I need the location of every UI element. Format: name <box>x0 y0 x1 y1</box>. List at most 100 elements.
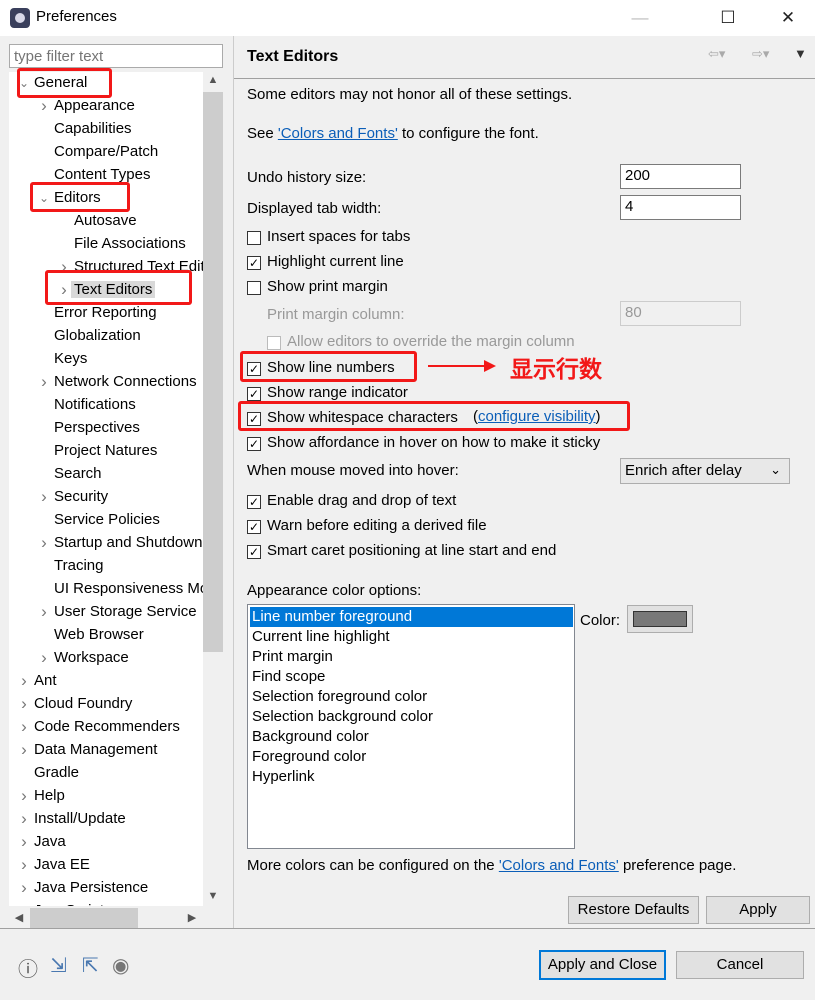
chevron-right-icon[interactable]: › <box>18 900 30 906</box>
scroll-right-icon[interactable]: ▶ <box>182 911 202 924</box>
checkbox[interactable]: ✓ <box>247 520 261 534</box>
tree-item[interactable]: Search <box>54 463 102 485</box>
tree-item[interactable]: › Help <box>21 785 65 807</box>
tree-item[interactable]: › Network Connections <box>41 371 196 393</box>
tree-item[interactable]: › Security <box>41 486 108 508</box>
color-option-item[interactable]: Print margin <box>250 647 573 667</box>
chevron-right-icon[interactable]: › <box>18 831 30 853</box>
tree-item[interactable]: Web Browser <box>54 624 144 646</box>
tree-item[interactable]: Project Natures <box>54 440 157 462</box>
undo-history-input[interactable]: 200 <box>620 164 741 189</box>
tree-item[interactable]: › Workspace <box>41 647 129 669</box>
tree-item[interactable]: › Install/Update <box>21 808 126 830</box>
color-picker-button[interactable] <box>627 605 693 633</box>
color-option-item[interactable]: Selection background color <box>250 707 573 727</box>
apply-and-close-button[interactable]: Apply and Close <box>539 950 666 980</box>
tree-item[interactable]: Gradle <box>34 762 79 784</box>
print-margin-input[interactable]: 80 <box>620 301 741 326</box>
color-option-item[interactable]: Foreground color <box>250 747 573 767</box>
color-option-item[interactable]: Find scope <box>250 667 573 687</box>
allow-override-checkbox[interactable] <box>267 336 281 350</box>
print-margin-label: Print margin column: <box>267 306 405 323</box>
color-option-item[interactable]: Line number foreground <box>250 607 573 627</box>
tree-item-label: Java <box>34 833 66 850</box>
chevron-right-icon[interactable]: › <box>38 371 50 393</box>
chevron-right-icon[interactable]: › <box>18 693 30 715</box>
tree-item[interactable]: › Startup and Shutdown <box>41 532 202 554</box>
scroll-down-icon[interactable]: ▼ <box>203 890 223 902</box>
tree-item[interactable]: › User Storage Service <box>41 601 196 623</box>
tree-item[interactable]: › Data Management <box>21 739 157 761</box>
annotation-box-text-editors <box>45 270 192 305</box>
chevron-right-icon[interactable]: › <box>18 785 30 807</box>
tree-item[interactable]: › Java EE <box>21 854 90 876</box>
hover-select[interactable]: Enrich after delay ⌄ <box>620 458 790 484</box>
tree-item[interactable]: UI Responsiveness Monitoring <box>54 578 203 600</box>
checkbox[interactable]: ✓ <box>247 387 261 401</box>
chevron-right-icon[interactable]: › <box>38 532 50 554</box>
color-option-item[interactable]: Selection foreground color <box>250 687 573 707</box>
colors-fonts-link[interactable]: 'Colors and Fonts' <box>278 125 398 142</box>
tree-item[interactable]: › Cloud Foundry <box>21 693 132 715</box>
color-option-item[interactable]: Current line highlight <box>250 627 573 647</box>
tree-item[interactable]: Globalization <box>54 325 141 347</box>
chevron-right-icon[interactable]: › <box>18 854 30 876</box>
tree-item[interactable]: Autosave <box>74 210 137 232</box>
tree-vertical-scroll-thumb[interactable] <box>203 92 223 652</box>
scroll-up-icon[interactable]: ▲ <box>203 74 223 86</box>
tree-item-label: Search <box>54 465 102 482</box>
tree-item[interactable]: File Associations <box>74 233 186 255</box>
tree-item[interactable]: Compare/Patch <box>54 141 158 163</box>
tree-item[interactable]: › Ant <box>21 670 56 692</box>
apply-button[interactable]: Apply <box>706 896 810 924</box>
tree-item[interactable]: › Java Persistence <box>21 877 148 899</box>
help-icon[interactable]: ⓘ <box>18 953 38 982</box>
view-menu-icon[interactable]: ▼ <box>794 46 807 61</box>
checkbox[interactable] <box>247 231 261 245</box>
more-colors-fonts-link[interactable]: 'Colors and Fonts' <box>499 857 619 874</box>
tab-width-input[interactable]: 4 <box>620 195 741 220</box>
color-option-item[interactable]: Hyperlink <box>250 767 573 787</box>
checkbox[interactable]: ✓ <box>247 495 261 509</box>
checkbox[interactable]: ✓ <box>247 437 261 451</box>
back-icon[interactable]: ⇦▾ <box>708 46 725 62</box>
tree-item[interactable]: Capabilities <box>54 118 132 140</box>
filter-input[interactable] <box>9 44 223 68</box>
checkbox[interactable]: ✓ <box>247 256 261 270</box>
tree-item-label: Project Natures <box>54 442 158 459</box>
restore-defaults-button[interactable]: Restore Defaults <box>568 896 699 924</box>
scroll-left-icon[interactable]: ◀ <box>9 911 29 924</box>
chevron-right-icon[interactable]: › <box>18 739 30 761</box>
chevron-right-icon[interactable]: › <box>18 670 30 692</box>
chevron-right-icon[interactable]: › <box>18 877 30 899</box>
color-options-list[interactable]: Line number foreground Current line highl… <box>247 604 575 849</box>
color-option-item[interactable]: Background color <box>250 727 573 747</box>
forward-icon[interactable]: ⇨▾ <box>752 46 769 62</box>
export-icon[interactable]: ⇱ <box>82 953 99 978</box>
tree-item[interactable]: Perspectives <box>54 417 140 439</box>
import-icon[interactable]: ⇲ <box>50 953 67 978</box>
tree-item[interactable]: › Appearance <box>41 95 135 117</box>
tree-item[interactable]: Error Reporting <box>54 302 157 324</box>
chevron-right-icon[interactable]: › <box>38 601 50 623</box>
tree-item[interactable]: › Java <box>21 831 66 853</box>
tree-item[interactable]: Service Policies <box>54 509 160 531</box>
cancel-button[interactable]: Cancel <box>676 951 804 979</box>
chevron-right-icon[interactable]: › <box>38 95 50 117</box>
maximize-button[interactable]: ☐ <box>708 4 748 32</box>
tree-horizontal-scroll-thumb[interactable] <box>30 908 138 928</box>
close-button[interactable]: ✕ <box>768 4 808 32</box>
chevron-right-icon[interactable]: › <box>38 486 50 508</box>
tree-item[interactable]: Notifications <box>54 394 136 416</box>
chevron-right-icon[interactable]: › <box>38 647 50 669</box>
tree-item[interactable]: Keys <box>54 348 87 370</box>
minimize-button[interactable]: — <box>620 4 660 32</box>
chevron-right-icon[interactable]: › <box>18 716 30 738</box>
tree-item[interactable]: › JavaScript <box>21 900 104 906</box>
checkbox[interactable] <box>247 281 261 295</box>
chevron-right-icon[interactable]: › <box>18 808 30 830</box>
checkbox[interactable]: ✓ <box>247 545 261 559</box>
record-icon[interactable]: ◉ <box>112 953 129 978</box>
tree-item[interactable]: › Code Recommenders <box>21 716 180 738</box>
tree-item[interactable]: Tracing <box>54 555 103 577</box>
